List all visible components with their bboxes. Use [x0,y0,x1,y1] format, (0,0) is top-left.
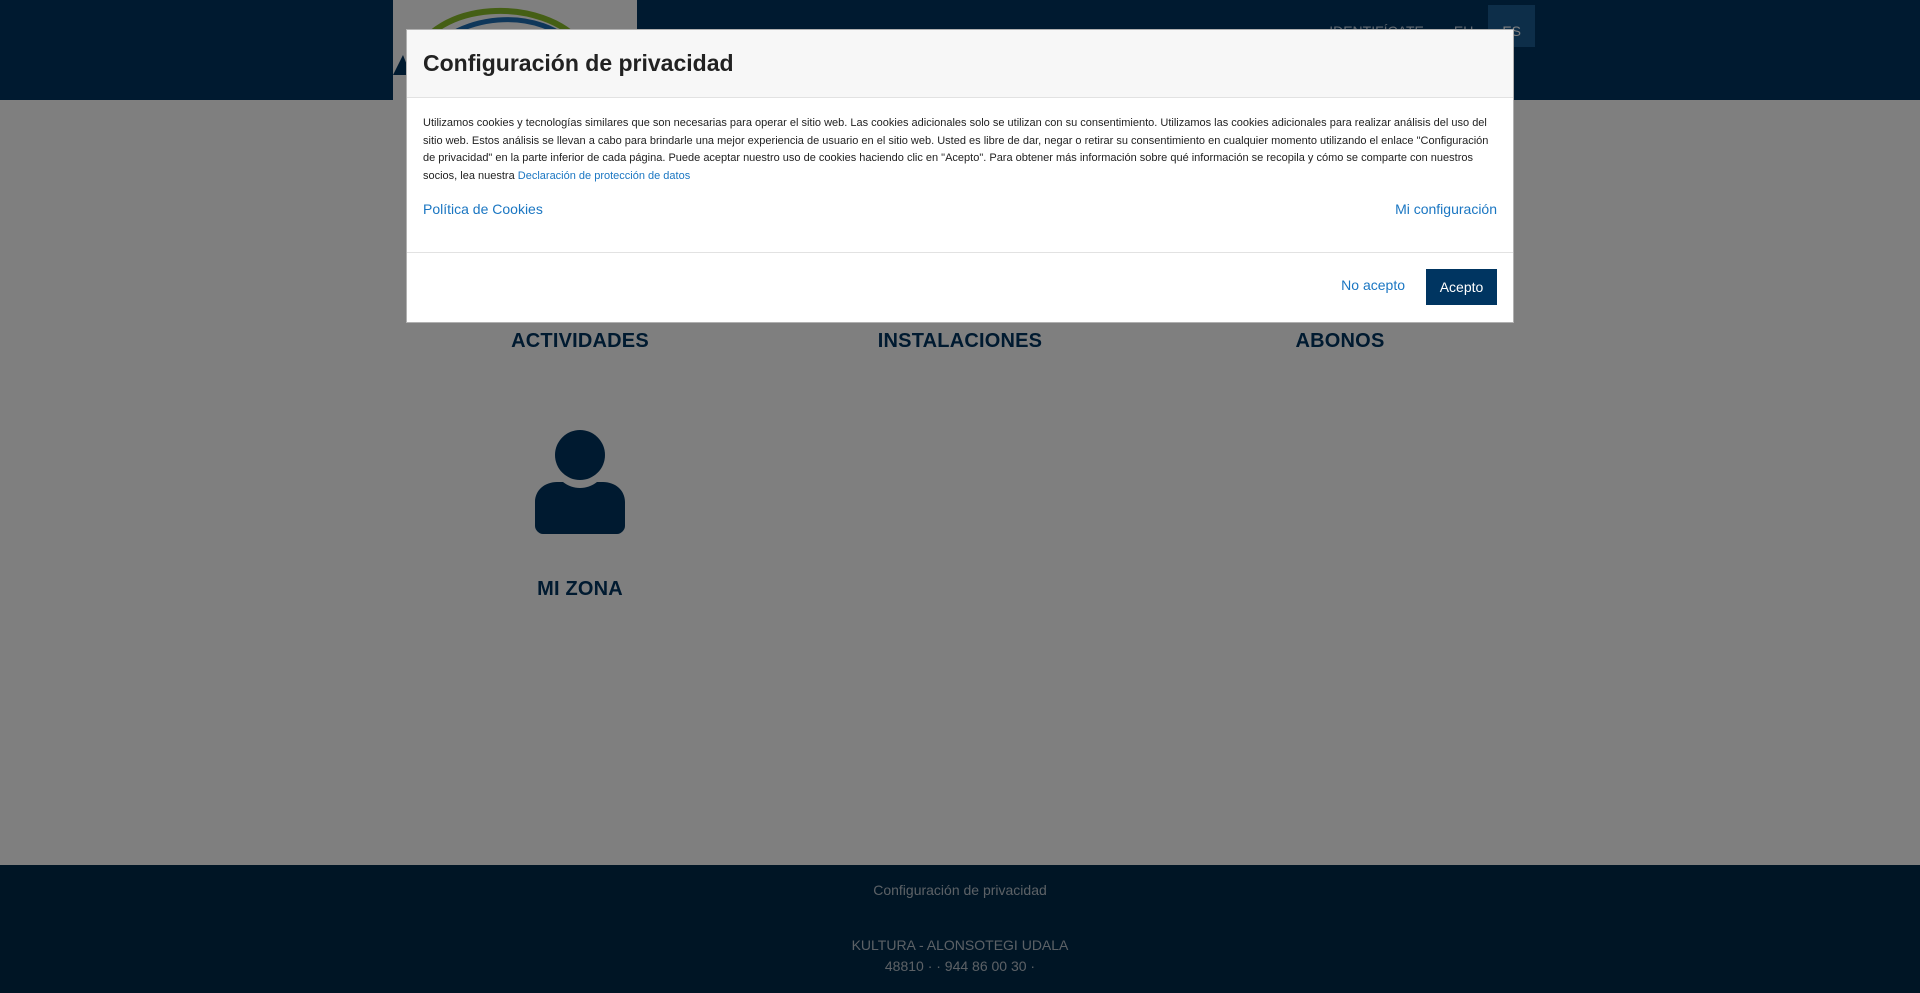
my-settings-link[interactable]: Mi configuración [1395,201,1497,217]
accept-button[interactable]: Acepto [1426,269,1497,305]
modal-backdrop: Configuración de privacidad Utilizamos c… [0,0,1920,993]
reject-button[interactable]: No acepto [1341,277,1405,293]
dialog-title: Configuración de privacidad [423,50,734,76]
privacy-settings-dialog: Configuración de privacidad Utilizamos c… [406,29,1514,323]
cookie-policy-link[interactable]: Política de Cookies [423,201,543,217]
consent-text: Utilizamos cookies y tecnologías similar… [423,115,1497,185]
data-protection-link[interactable]: Declaración de protección de datos [518,170,690,182]
dialog-body: Utilizamos cookies y tecnologías similar… [407,98,1513,253]
dialog-header: Configuración de privacidad [407,30,1513,98]
dialog-footer: No acepto Acepto [407,253,1513,323]
